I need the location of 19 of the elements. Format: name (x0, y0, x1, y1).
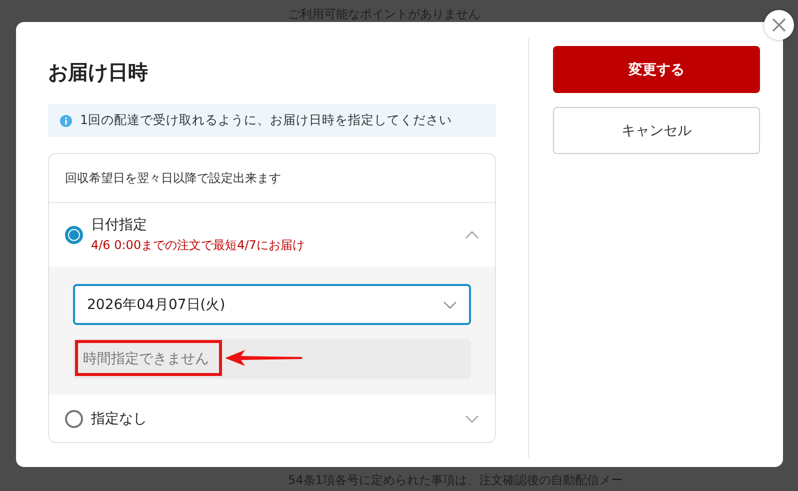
chevron-up-icon[interactable] (465, 231, 479, 239)
radio-button[interactable] (65, 226, 83, 244)
info-text: 1回の配達で受け取れるように、お届け日時を指定してください (80, 112, 452, 129)
pickup-note: 回収希望日を翌々日以降で設定出来ます (49, 154, 495, 203)
chevron-down-icon (443, 300, 457, 308)
radio-button[interactable] (65, 410, 83, 428)
delivery-option[interactable]: 指定なし (49, 395, 495, 442)
chevron-down-icon[interactable] (465, 414, 479, 422)
change-button[interactable]: 変更する (553, 46, 760, 93)
delivery-estimate: 4/6 0:00までの注文で最短4/7にお届け (91, 237, 306, 254)
option-label: 指定なし (91, 410, 148, 428)
dialog-title: お届け日時 (48, 59, 149, 86)
close-icon (772, 18, 786, 32)
info-icon (60, 114, 72, 126)
cancel-button[interactable]: キャンセル (553, 107, 760, 154)
delivery-option[interactable]: 日付指定 4/6 0:00までの注文で最短4/7にお届け (49, 203, 495, 267)
date-select[interactable]: 2026年04月07日(火) (73, 284, 471, 325)
option-label: 日付指定 (91, 216, 148, 234)
close-button[interactable] (764, 10, 794, 40)
